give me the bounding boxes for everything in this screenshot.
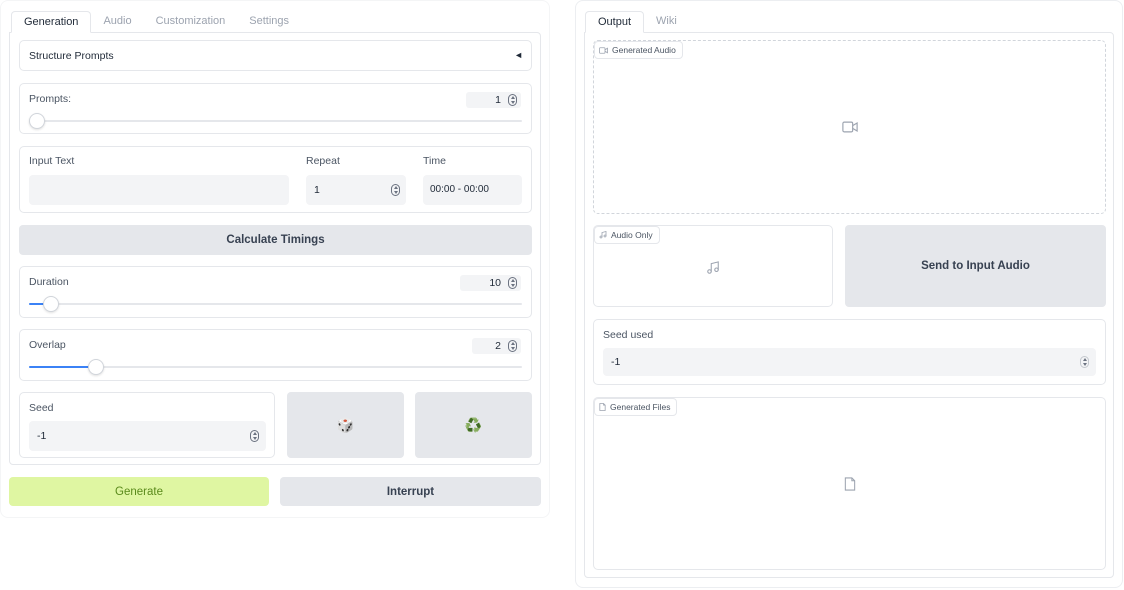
repeat-value: 1 xyxy=(314,184,320,196)
prompts-label: Prompts: xyxy=(29,93,72,105)
music-note-icon xyxy=(599,231,607,239)
time-field[interactable]: 00:00 - 00:00 xyxy=(423,175,522,205)
collapse-arrow-icon: ◄ xyxy=(514,50,523,60)
time-label: Time xyxy=(423,155,446,167)
spinner-icon[interactable] xyxy=(391,184,400,196)
duration-label: Duration xyxy=(29,276,69,288)
audio-only-label: Audio Only xyxy=(611,230,653,240)
generated-files-badge: Generated Files xyxy=(594,398,678,416)
file-icon xyxy=(599,403,606,411)
seed-number-input[interactable]: -1 xyxy=(29,421,266,451)
spinner-icon[interactable] xyxy=(508,277,517,289)
spinner-icon[interactable] xyxy=(508,94,517,106)
seed-label: Seed xyxy=(29,402,54,414)
audio-only-block[interactable]: Audio Only xyxy=(593,225,833,307)
repeat-label: Repeat xyxy=(306,155,340,167)
generated-files-block[interactable]: Generated Files xyxy=(593,397,1106,570)
generated-audio-dropzone[interactable]: Generated Audio xyxy=(593,40,1106,214)
prompts-slider-thumb[interactable] xyxy=(29,113,45,129)
tab-output[interactable]: Output xyxy=(585,11,645,33)
seed-used-block: Seed used -1 xyxy=(593,319,1106,385)
output-column: Output Wiki Generated Audio Audio Only S… xyxy=(575,0,1123,588)
overlap-number-input[interactable]: 2 xyxy=(472,338,521,354)
seed-block: Seed -1 xyxy=(19,392,275,458)
right-tab-bar: Output Wiki xyxy=(585,11,689,33)
overlap-slider-block: Overlap 2 xyxy=(19,329,532,381)
seed-value: -1 xyxy=(37,430,47,442)
spinner-icon xyxy=(1080,356,1089,368)
overlap-slider-thumb[interactable] xyxy=(87,359,104,375)
prompts-slider[interactable] xyxy=(29,113,522,129)
input-text-label: Input Text xyxy=(29,155,75,167)
left-tab-bar: Generation Audio Customization Settings xyxy=(11,11,301,33)
generation-column: Generation Audio Customization Settings … xyxy=(0,0,550,518)
recycle-icon: ♻️ xyxy=(464,417,483,433)
duration-value: 10 xyxy=(489,277,501,289)
overlap-label: Overlap xyxy=(29,339,66,351)
tab-customization[interactable]: Customization xyxy=(144,11,238,33)
tab-audio[interactable]: Audio xyxy=(91,11,143,33)
overlap-slider[interactable] xyxy=(29,359,522,375)
duration-slider-thumb[interactable] xyxy=(43,296,60,312)
duration-slider-block: Duration 10 xyxy=(19,266,532,318)
spinner-icon[interactable] xyxy=(250,430,259,442)
generated-audio-label: Generated Audio xyxy=(612,45,676,55)
output-panel: Generated Audio Audio Only Send to Input… xyxy=(584,32,1114,578)
seed-used-field[interactable]: -1 xyxy=(603,348,1096,376)
video-icon xyxy=(599,46,608,54)
generated-audio-badge: Generated Audio xyxy=(594,41,683,59)
reuse-seed-button[interactable]: ♻️ xyxy=(415,392,532,458)
random-seed-button[interactable]: 🎲 xyxy=(287,392,404,458)
audio-only-badge: Audio Only xyxy=(594,226,660,244)
structure-prompts-accordion[interactable]: Structure Prompts ◄ xyxy=(19,40,532,71)
calculate-timings-button[interactable]: Calculate Timings xyxy=(19,225,532,255)
tab-generation[interactable]: Generation xyxy=(11,11,92,33)
dice-icon: 🎲 xyxy=(336,417,355,433)
overlap-slider-fill xyxy=(29,366,96,368)
structure-prompts-label: Structure Prompts xyxy=(29,50,114,62)
generation-panel: Structure Prompts ◄ Prompts: 1 Input Tex… xyxy=(9,32,541,465)
input-text-field[interactable] xyxy=(29,175,289,205)
duration-slider[interactable] xyxy=(29,296,522,312)
generate-button[interactable]: Generate xyxy=(9,477,269,506)
spinner-icon[interactable] xyxy=(508,340,517,352)
input-text-row: Input Text Repeat 1 Time 00:00 - 00:00 xyxy=(19,146,532,213)
seed-used-value: -1 xyxy=(611,356,621,368)
interrupt-button[interactable]: Interrupt xyxy=(280,477,541,506)
music-placeholder-icon xyxy=(707,261,719,274)
repeat-number-input[interactable]: 1 xyxy=(306,175,406,205)
generated-files-label: Generated Files xyxy=(610,402,671,412)
tab-wiki[interactable]: Wiki xyxy=(644,11,689,33)
file-placeholder-icon xyxy=(844,477,856,491)
prompts-number-input[interactable]: 1 xyxy=(466,92,521,108)
prompts-slider-block: Prompts: 1 xyxy=(19,83,532,134)
prompts-value: 1 xyxy=(495,94,501,106)
duration-number-input[interactable]: 10 xyxy=(460,275,521,291)
send-to-input-audio-button[interactable]: Send to Input Audio xyxy=(845,225,1106,307)
tab-settings[interactable]: Settings xyxy=(237,11,301,33)
seed-used-label: Seed used xyxy=(603,329,654,341)
overlap-value: 2 xyxy=(495,340,501,352)
video-placeholder-icon xyxy=(842,121,858,133)
